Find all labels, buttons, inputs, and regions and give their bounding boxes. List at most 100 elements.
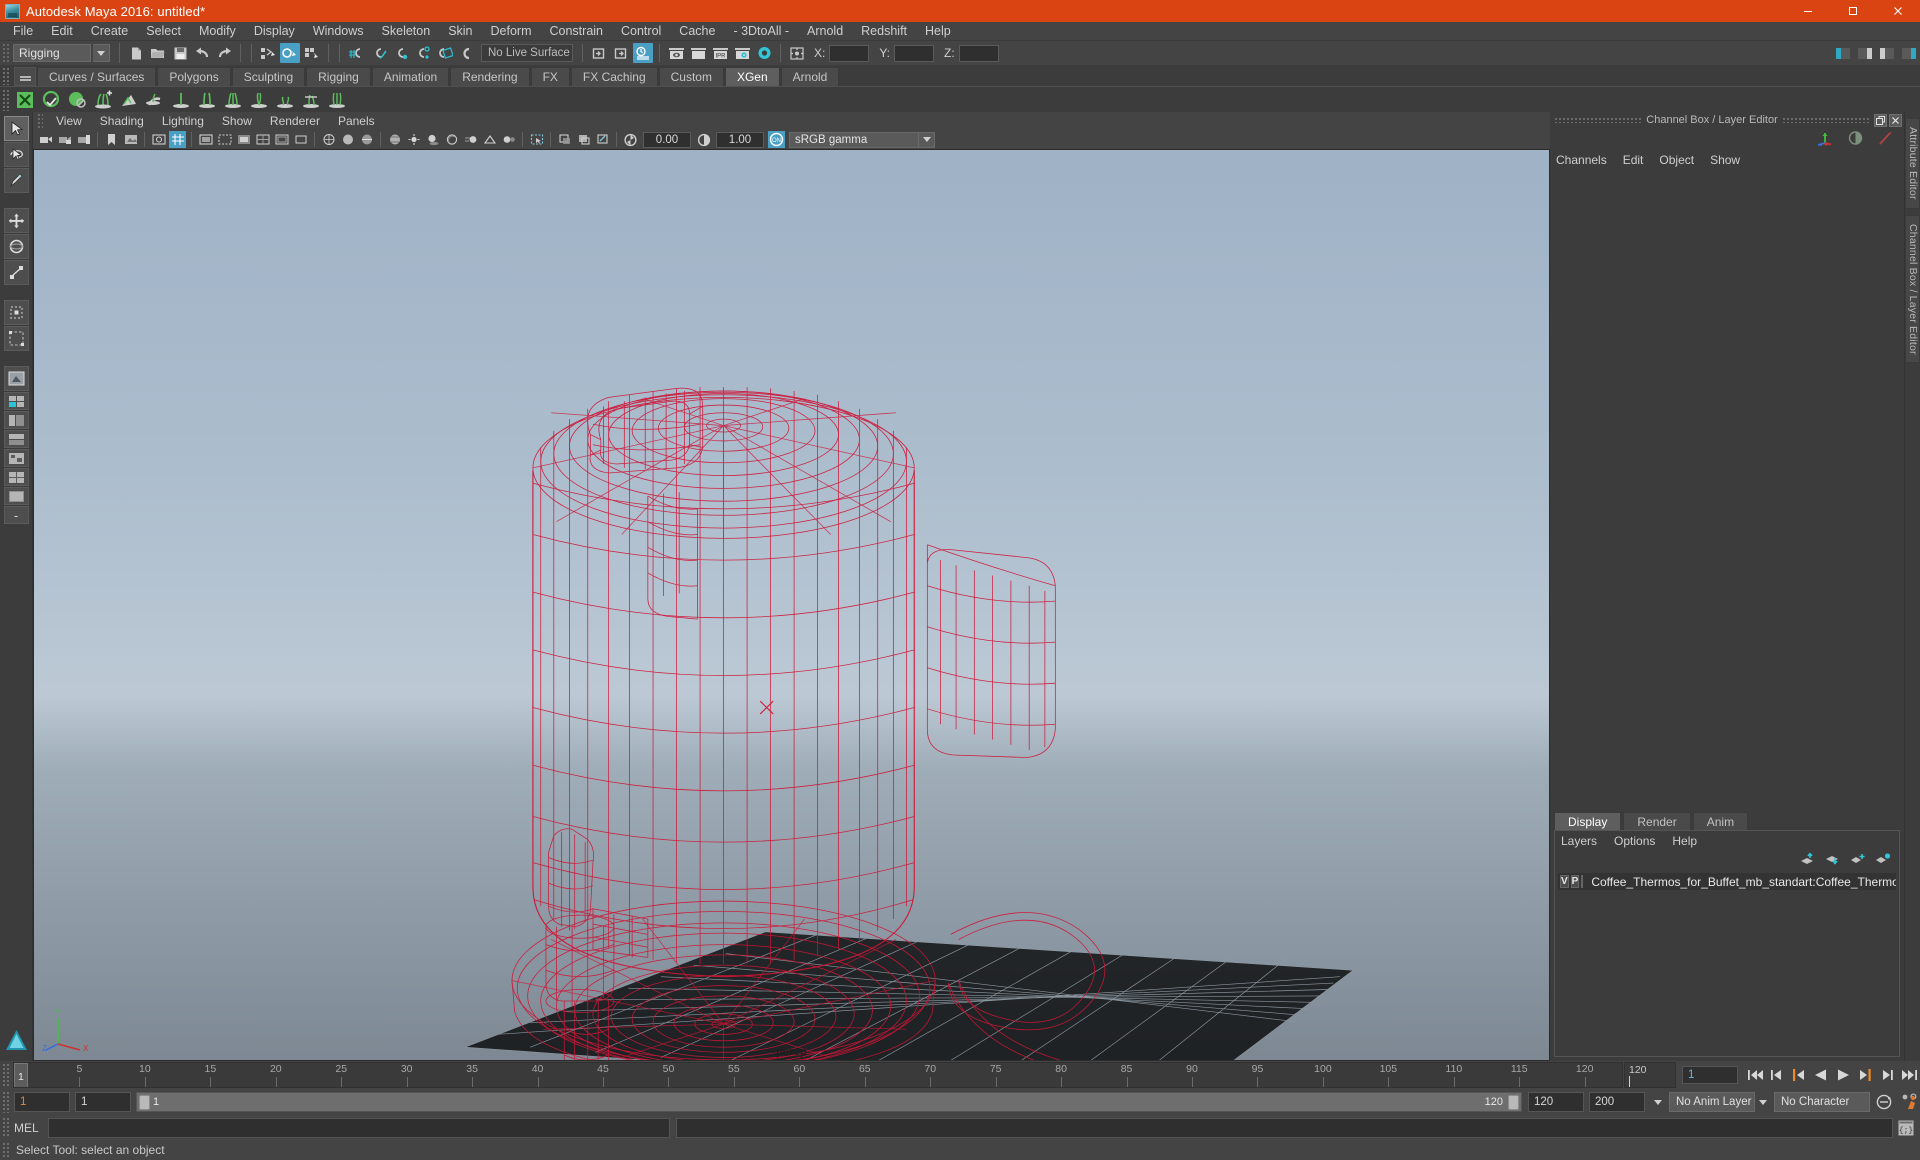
layer-menu-help[interactable]: Help — [1672, 834, 1697, 848]
range-start-handle[interactable] — [139, 1095, 150, 1110]
film-gate-icon[interactable] — [197, 131, 214, 148]
hardware-texturing-icon[interactable] — [386, 131, 403, 148]
menu-arnold[interactable]: Arnold — [798, 22, 852, 41]
camera-attributes-icon[interactable] — [75, 131, 92, 148]
layer-state-toggle[interactable] — [1581, 875, 1584, 888]
shelf-tab-animation[interactable]: Animation — [371, 67, 450, 86]
close-button[interactable] — [1875, 0, 1920, 22]
xgen-preview-icon[interactable] — [39, 88, 63, 112]
show-hide-attribute-editor-icon[interactable] — [1855, 43, 1875, 63]
color-management-toggle-icon[interactable]: ON — [768, 131, 785, 148]
channelbox-menu-show[interactable]: Show — [1710, 153, 1750, 167]
range-end-time-field[interactable]: 120 — [1528, 1092, 1584, 1112]
ipr-render-icon[interactable]: IPR — [710, 43, 730, 63]
layer-visibility-toggle[interactable]: V — [1560, 875, 1569, 888]
command-line-gripper[interactable] — [2, 1117, 10, 1138]
range-bar[interactable]: 1 120 — [136, 1092, 1522, 1112]
select-tool[interactable] — [3, 116, 29, 141]
redo-icon[interactable] — [214, 43, 234, 63]
snap-curve-icon[interactable] — [368, 43, 388, 63]
shelf-tab-arnold[interactable]: Arnold — [780, 67, 840, 86]
xgen-density-icon[interactable] — [221, 88, 245, 112]
move-tool[interactable] — [3, 208, 29, 233]
shelf-menu-button[interactable] — [14, 67, 36, 86]
hypershade-icon[interactable] — [754, 43, 774, 63]
layer-menu-layers[interactable]: Layers — [1561, 834, 1597, 848]
xgen-noise-icon[interactable] — [273, 88, 297, 112]
play-backwards-icon[interactable] — [1811, 1065, 1831, 1085]
viewport-menu-panels[interactable]: Panels — [329, 112, 384, 130]
menu-control[interactable]: Control — [612, 22, 670, 41]
new-layer-from-selected-icon[interactable] — [1875, 852, 1891, 868]
select-component-icon[interactable] — [302, 43, 322, 63]
menu-modify[interactable]: Modify — [190, 22, 245, 41]
exposure-icon[interactable] — [622, 131, 639, 148]
open-scene-icon[interactable] — [148, 43, 168, 63]
layer-menu-options[interactable]: Options — [1614, 834, 1655, 848]
go-to-start-icon[interactable] — [1745, 1065, 1765, 1085]
smooth-shade-all-icon[interactable] — [339, 131, 356, 148]
viewport-menu-view[interactable]: View — [47, 112, 91, 130]
channelbox-menu-edit[interactable]: Edit — [1623, 153, 1654, 167]
resolution-gate-icon[interactable] — [216, 131, 233, 148]
persp-uv-editor-layout[interactable] — [3, 468, 29, 486]
snap-view-plane-icon[interactable] — [434, 43, 454, 63]
menu-redshift[interactable]: Redshift — [852, 22, 916, 41]
lasso-select-tool[interactable] — [3, 142, 29, 167]
menu-create[interactable]: Create — [82, 22, 138, 41]
xgen-sphere-icon[interactable] — [65, 88, 89, 112]
layer-tab-display[interactable]: Display — [1554, 812, 1622, 830]
use-default-lighting-icon[interactable] — [405, 131, 422, 148]
expand-layouts-button[interactable]: - — [3, 506, 29, 524]
perspective-viewport[interactable]: persp Y X Z — [33, 149, 1550, 1061]
move-layer-up-icon[interactable] — [1800, 851, 1816, 868]
gamma-icon[interactable] — [695, 131, 712, 148]
snap-grid-icon[interactable] — [346, 43, 366, 63]
viewport-menu-shading[interactable]: Shading — [91, 112, 153, 130]
two-dimensional-pan-zoom-icon[interactable] — [150, 131, 167, 148]
show-hide-channel-box-icon[interactable] — [1899, 43, 1919, 63]
shelf-tab-xgen[interactable]: XGen — [724, 67, 780, 86]
motion-blur-icon[interactable] — [462, 131, 479, 148]
command-input-field[interactable] — [48, 1117, 670, 1138]
viewport-menu-lighting[interactable]: Lighting — [153, 112, 213, 130]
layer-tab-anim[interactable]: Anim — [1692, 812, 1749, 830]
field-chart-icon[interactable] — [254, 131, 271, 148]
safe-title-icon[interactable] — [292, 131, 309, 148]
last-tool-used[interactable] — [3, 300, 29, 325]
undo-icon[interactable] — [192, 43, 212, 63]
xgen-part-icon[interactable] — [325, 88, 349, 112]
play-forwards-icon[interactable] — [1833, 1065, 1853, 1085]
menu-select[interactable]: Select — [137, 22, 190, 41]
render-settings-icon[interactable] — [732, 43, 752, 63]
color-management-selector[interactable]: sRGB gamma — [789, 131, 919, 148]
character-set-dropdown-arrow[interactable] — [1755, 1092, 1771, 1112]
render-view-icon[interactable] — [666, 43, 686, 63]
show-manipulators-icon[interactable] — [1816, 130, 1834, 149]
live-surface-field[interactable]: No Live Surface — [481, 44, 573, 62]
animation-preferences-icon[interactable] — [1898, 1091, 1920, 1113]
select-object-icon[interactable] — [280, 43, 300, 63]
step-forward-keyframe-icon[interactable] — [1877, 1065, 1897, 1085]
single-perspective-layout[interactable] — [3, 366, 29, 391]
wireframe-icon[interactable] — [320, 131, 337, 148]
scale-tool[interactable] — [3, 260, 29, 285]
paint-select-tool[interactable] — [3, 168, 29, 193]
range-end-handle[interactable] — [1508, 1095, 1519, 1110]
channel-box-content[interactable] — [1550, 169, 1904, 811]
rotate-tool[interactable] — [3, 234, 29, 259]
menu-windows[interactable]: Windows — [304, 22, 373, 41]
layer-tab-render[interactable]: Render — [1623, 812, 1691, 830]
layer-list[interactable]: V P Coffee_Thermos_for_Buffet_mb_standar… — [1558, 873, 1896, 1053]
safe-action-icon[interactable] — [273, 131, 290, 148]
xgen-comb-icon[interactable] — [195, 88, 219, 112]
render-current-frame-icon[interactable] — [688, 43, 708, 63]
step-forward-frame-icon[interactable] — [1855, 1065, 1875, 1085]
statusline-gripper[interactable] — [2, 43, 10, 63]
command-language-label[interactable]: MEL — [14, 1121, 48, 1135]
auto-keyframe-icon[interactable] — [1873, 1091, 1895, 1113]
help-line-gripper[interactable] — [2, 1142, 10, 1158]
output-connections-icon[interactable] — [611, 43, 631, 63]
animation-start-time-field[interactable]: 1 — [14, 1092, 70, 1112]
time-slider-gripper[interactable] — [2, 1063, 10, 1087]
